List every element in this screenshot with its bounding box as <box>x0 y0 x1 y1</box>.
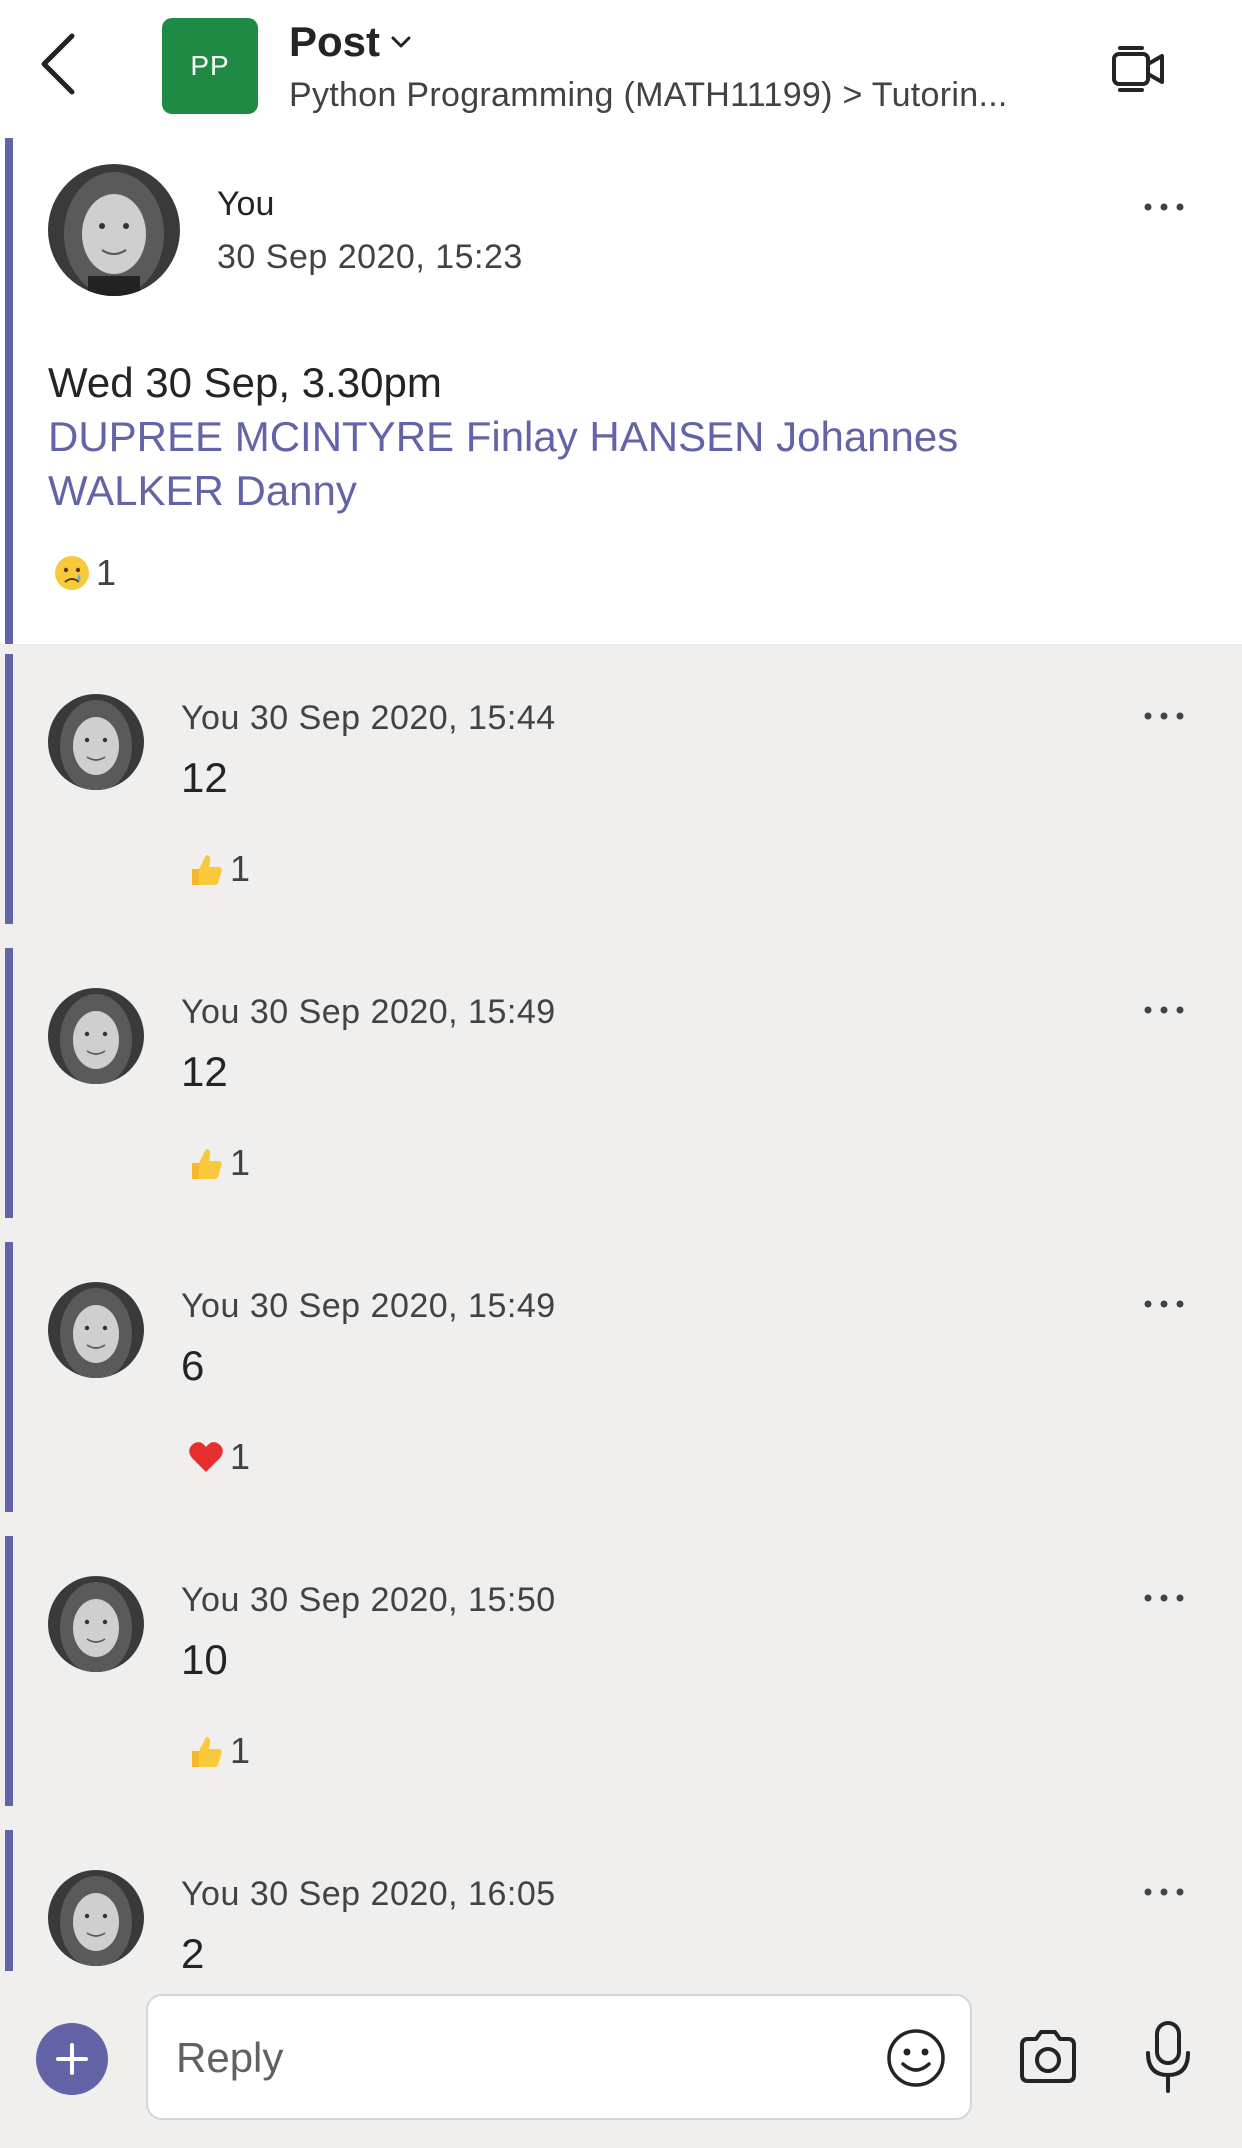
thread-accent-bar <box>5 948 13 1218</box>
back-arrow-icon[interactable] <box>36 30 84 98</box>
reaction-count: 1 <box>96 552 117 593</box>
thumbs-up-icon <box>192 855 222 885</box>
thread-accent-bar <box>5 138 13 644</box>
avatar[interactable] <box>48 1282 144 1378</box>
compose-bar: Reply <box>0 1971 1242 2148</box>
author-name: You <box>217 185 275 223</box>
reply-message[interactable]: You 30 Sep 2020, 16:05 2 <box>0 1830 1242 1971</box>
thread-accent-bar <box>5 1536 13 1806</box>
message-text: 6 <box>181 1342 205 1389</box>
reaction-chip[interactable]: 1 <box>52 552 116 594</box>
app-header: PP Post Python Programming (MATH11199) >… <box>0 0 1242 138</box>
message-meta: You 30 Sep 2020, 15:49 <box>181 993 556 1031</box>
microphone-icon[interactable] <box>1142 2019 1194 2095</box>
channel-breadcrumb: Python Programming (MATH11199) > Tutorin… <box>289 76 1008 114</box>
message-meta: You 30 Sep 2020, 15:50 <box>181 1581 556 1619</box>
more-options-icon[interactable] <box>1142 1297 1186 1311</box>
message-text: 2 <box>181 1930 205 1971</box>
message-text: 12 <box>181 1048 228 1095</box>
emoji-icon[interactable] <box>884 2026 948 2090</box>
reply-message[interactable]: You 30 Sep 2020, 15:44 12 1 <box>0 654 1242 924</box>
thread-accent-bar <box>5 1830 13 1971</box>
mention-line[interactable]: WALKER Danny <box>48 464 1168 518</box>
reaction-count: 1 <box>230 1142 251 1183</box>
mention-line[interactable]: DUPREE MCINTYRE Finlay HANSEN Johannes <box>48 410 1168 464</box>
reply-input[interactable]: Reply <box>146 1994 972 2120</box>
sad-face-icon <box>55 556 89 590</box>
more-options-icon[interactable] <box>1142 1003 1186 1017</box>
conversation-thread[interactable]: You 30 Sep 2020, 15:23 Wed 30 Sep, 3.30p… <box>0 138 1242 1971</box>
meet-now-video-icon[interactable] <box>1110 40 1168 98</box>
thread-accent-bar <box>5 654 13 924</box>
avatar[interactable] <box>48 164 180 296</box>
more-options-icon[interactable] <box>1142 1591 1186 1605</box>
add-attachment-button[interactable] <box>36 2023 108 2095</box>
message-text: 12 <box>181 754 228 801</box>
thumbs-up-icon <box>192 1737 222 1767</box>
avatar[interactable] <box>48 1576 144 1672</box>
message-meta: You 30 Sep 2020, 15:44 <box>181 699 556 737</box>
page-title-text: Post <box>289 18 381 65</box>
plus-icon <box>56 2043 88 2075</box>
chevron-down-icon <box>391 36 411 48</box>
reaction-count: 1 <box>230 848 251 889</box>
post-body: Wed 30 Sep, 3.30pm DUPREE MCINTYRE Finla… <box>48 356 1168 518</box>
avatar[interactable] <box>48 1870 144 1966</box>
reply-message[interactable]: You 30 Sep 2020, 15:50 10 1 <box>0 1536 1242 1806</box>
message-meta: You 30 Sep 2020, 15:49 <box>181 1287 556 1325</box>
reaction-count: 1 <box>230 1730 251 1771</box>
reply-placeholder: Reply <box>176 2034 284 2081</box>
avatar[interactable] <box>48 694 144 790</box>
avatar[interactable] <box>48 988 144 1084</box>
post-timestamp: 30 Sep 2020, 15:23 <box>217 238 523 276</box>
page-title[interactable]: Post <box>289 18 1089 66</box>
reaction-chip[interactable]: 1 <box>186 1436 250 1478</box>
message-text: 10 <box>181 1636 228 1683</box>
reaction-chip[interactable]: 1 <box>186 848 250 890</box>
post-text: Wed 30 Sep, 3.30pm <box>48 359 442 406</box>
message-meta: You 30 Sep 2020, 16:05 <box>181 1875 556 1913</box>
team-initials: PP <box>190 50 230 81</box>
thumbs-up-icon <box>192 1149 222 1179</box>
team-avatar: PP <box>162 18 258 114</box>
thread-accent-bar <box>5 1242 13 1512</box>
more-options-icon[interactable] <box>1142 709 1186 723</box>
reply-message[interactable]: You 30 Sep 2020, 15:49 12 1 <box>0 948 1242 1218</box>
header-title-group[interactable]: Post Python Programming (MATH11199) > Tu… <box>289 18 1089 115</box>
camera-icon[interactable] <box>1016 2027 1080 2087</box>
heart-icon <box>189 1442 223 1472</box>
reply-message[interactable]: You 30 Sep 2020, 15:49 6 1 <box>0 1242 1242 1512</box>
more-options-icon[interactable] <box>1142 200 1186 214</box>
more-options-icon[interactable] <box>1142 1885 1186 1899</box>
reaction-count: 1 <box>230 1436 251 1477</box>
reaction-chip[interactable]: 1 <box>186 1730 250 1772</box>
root-post[interactable]: You 30 Sep 2020, 15:23 Wed 30 Sep, 3.30p… <box>0 138 1242 644</box>
reaction-chip[interactable]: 1 <box>186 1142 250 1184</box>
